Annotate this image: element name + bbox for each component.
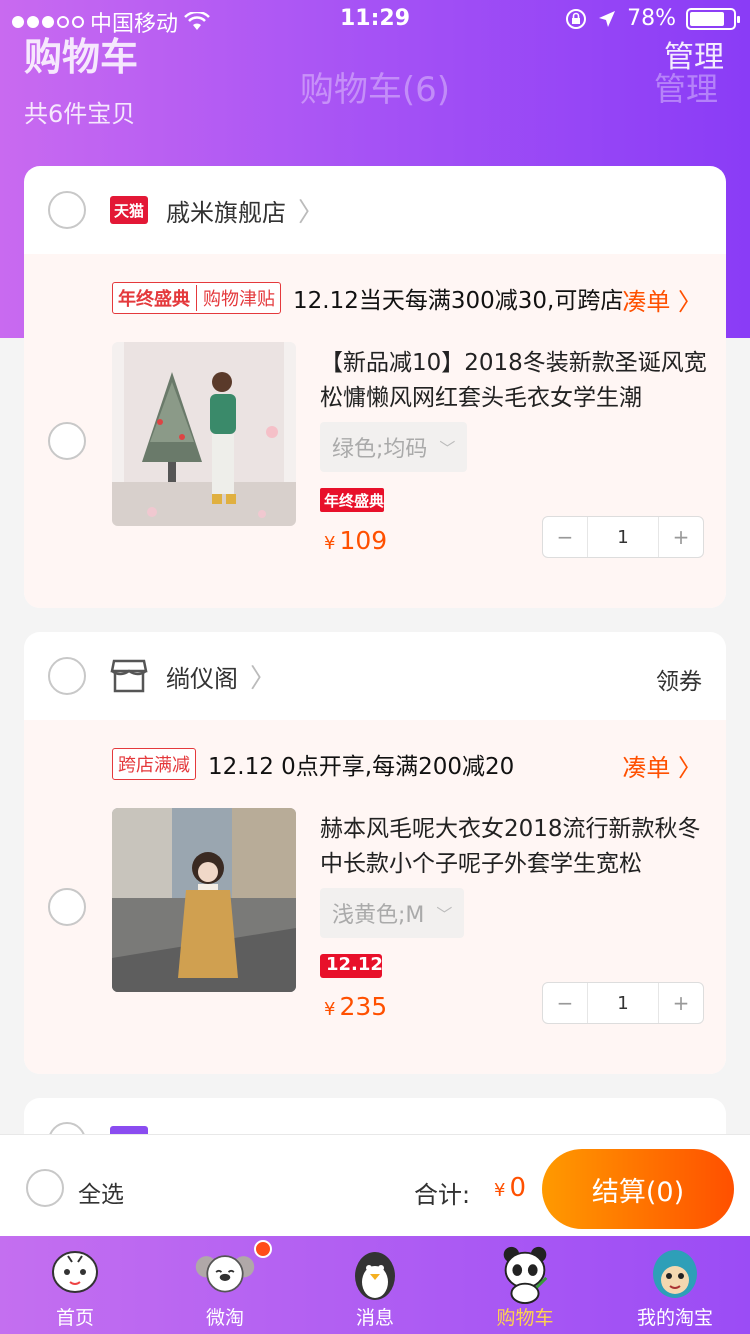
promo-text: 12.12当天每满300减30,可跨店 — [293, 288, 624, 314]
store-header: 天猫 戚米旗舰店 〉 — [24, 166, 726, 254]
tab-home[interactable]: 首页 — [0, 1236, 150, 1334]
store-name[interactable]: 绱仪阁 — [166, 659, 238, 694]
select-all-radio[interactable] — [26, 1169, 64, 1207]
promo-tag: 年终盛典 购物津贴 — [112, 282, 281, 314]
quantity-stepper: − 1 + — [542, 982, 704, 1024]
item-select-radio[interactable] — [48, 422, 86, 460]
cart-item: 赫本风毛呢大衣女2018流行新款秋冬中长款小个子呢子外套学生宽松 浅黄色;M ﹀ … — [24, 808, 726, 1074]
product-title[interactable]: 【新品减10】2018冬装新款圣诞风宽松慵懒风网红套头毛衣女学生潮 — [320, 346, 710, 416]
manage-button-faded: 管理 — [653, 70, 718, 108]
notification-dot — [254, 1240, 272, 1258]
promo-row: 年终盛典 购物津贴 12.12当天每满300减30,可跨店 凑单 〉 — [24, 254, 726, 342]
increment-button[interactable]: + — [659, 517, 703, 557]
quantity-value[interactable]: 1 — [587, 517, 659, 557]
promo-row: 跨店满减 12.12 0点开享,每满200减20 凑单 〉 — [24, 720, 726, 808]
tab-cart[interactable]: 购物车 — [450, 1236, 600, 1334]
store-header: 绱仪阁 〉 领券 — [24, 632, 726, 720]
quantity-value[interactable]: 1 — [587, 983, 659, 1023]
tab-label: 我的淘宝 — [636, 1307, 713, 1329]
store-name[interactable]: 戚米旗舰店 — [166, 193, 286, 228]
koala-mascot-icon — [194, 1242, 256, 1304]
badge-text: 年终盛典 — [324, 492, 385, 510]
store-select-radio[interactable] — [48, 191, 86, 229]
item-select-radio[interactable] — [48, 888, 86, 926]
store-items: 跨店满减 12.12 0点开享,每满200减20 凑单 〉 赫本风毛呢大衣女20… — [24, 720, 726, 1074]
total-amount: ¥0 — [494, 1173, 526, 1203]
tab-label: 微淘 — [205, 1307, 244, 1329]
promo-text: 12.12 0点开享,每满200减20 — [208, 754, 515, 780]
tab-label: 消息 — [355, 1307, 394, 1329]
item-count: 共6件宝贝 — [24, 100, 136, 128]
store-select-radio[interactable] — [48, 657, 86, 695]
decrement-button[interactable]: − — [543, 517, 587, 557]
tab-bar: 首页 微淘 消息 购物车 我的淘宝 — [0, 1236, 750, 1334]
tab-messages[interactable]: 消息 — [300, 1236, 450, 1334]
store-card: 绱仪阁 〉 领券 跨店满减 12.12 0点开享,每满200减20 凑单 〉 赫… — [24, 632, 726, 1074]
tiger-mascot-icon — [44, 1242, 106, 1304]
checkout-button[interactable]: 结算(0) — [542, 1149, 734, 1229]
coupon-button[interactable]: 领券 — [656, 662, 702, 696]
product-title[interactable]: 赫本风毛呢大衣女2018流行新款秋冬中长款小个子呢子外套学生宽松 — [320, 812, 710, 882]
add-on-link[interactable]: 凑单 〉 — [622, 748, 702, 783]
tmall-logo-icon: 天猫 — [110, 195, 148, 225]
fish-mascot-icon — [644, 1242, 706, 1304]
tab-my-taobao[interactable]: 我的淘宝 — [600, 1236, 750, 1334]
select-all-label[interactable]: 全选 — [78, 1175, 124, 1209]
chevron-down-icon: ﹀ — [439, 439, 456, 458]
panda-mascot-icon — [494, 1242, 556, 1304]
tab-label: 首页 — [55, 1307, 94, 1329]
promo-tag: 跨店满减 — [112, 748, 196, 780]
store-card: 天猫 戚米旗舰店 〉 年终盛典 购物津贴 12.12当天每满300减30,可跨店 … — [24, 166, 726, 608]
product-image[interactable] — [112, 342, 296, 526]
rotation-lock-icon — [566, 8, 587, 29]
battery-percent: 78% — [627, 6, 676, 31]
location-arrow-icon — [599, 10, 616, 27]
total-label: 合计: — [414, 1181, 471, 1209]
sku-selector[interactable]: 浅黄色;M ﹀ — [320, 888, 465, 938]
checkout-bar: 全选 合计: ¥0 结算(0) — [0, 1134, 750, 1236]
battery-icon — [686, 7, 740, 30]
badge-text: 12.12 — [326, 954, 383, 975]
price: ¥235 — [324, 992, 388, 1021]
penguin-mascot-icon — [344, 1242, 406, 1304]
add-on-link[interactable]: 凑单 〉 — [622, 282, 702, 317]
chevron-right-icon[interactable]: 〉 — [298, 192, 324, 229]
sku-selector[interactable]: 绿色;均码 ﹀ — [320, 422, 468, 472]
tab-label: 购物车 — [496, 1307, 554, 1329]
product-image[interactable] — [112, 808, 296, 992]
quantity-stepper: − 1 + — [542, 516, 704, 558]
cart-item: 【新品减10】2018冬装新款圣诞风宽松慵懒风网红套头毛衣女学生潮 绿色;均码 ﹀… — [24, 342, 726, 608]
chevron-right-icon[interactable]: 〉 — [250, 658, 276, 695]
chevron-down-icon: ﹀ — [436, 905, 453, 924]
price: ¥109 — [324, 526, 388, 555]
shop-icon — [110, 659, 148, 693]
increment-button[interactable]: + — [659, 983, 703, 1023]
decrement-button[interactable]: − — [543, 983, 587, 1023]
store-items: 年终盛典 购物津贴 12.12当天每满300减30,可跨店 凑单 〉 【新品减1… — [24, 254, 726, 608]
tab-weitao[interactable]: 微淘 — [150, 1236, 300, 1334]
